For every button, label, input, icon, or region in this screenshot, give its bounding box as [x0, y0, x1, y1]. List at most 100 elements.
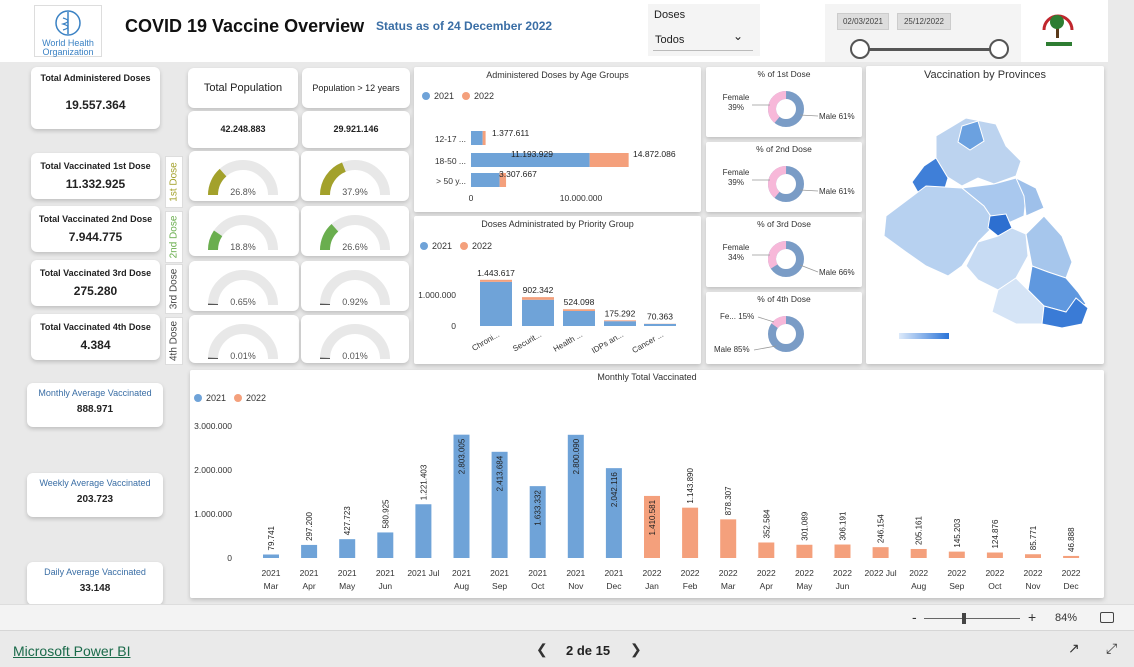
monthly-total-chart[interactable]: Monthly Total Vaccinated 2021 2022 3.000… — [190, 370, 1104, 598]
monthly-bar[interactable] — [872, 547, 889, 558]
priority-bar-2022[interactable] — [604, 320, 636, 322]
doses-dropdown[interactable]: Todos ⌄ — [653, 29, 753, 51]
monthly-bar[interactable] — [1063, 555, 1080, 558]
gender-donut-card[interactable]: % of 2nd Dose Female 39% Male 61% — [706, 142, 862, 212]
monthly-bar[interactable] — [415, 504, 432, 558]
gauge-card: 26.6% — [301, 206, 409, 256]
donut-female-label: Female — [723, 93, 750, 102]
monthly-bar[interactable] — [1025, 554, 1041, 558]
monthly-bar-data-label: 301.089 — [800, 511, 809, 540]
date-slicer[interactable]: 02/03/2021 25/12/2022 — [825, 4, 1021, 62]
zoom-slider[interactable] — [924, 618, 1020, 619]
age-bar-2021[interactable] — [471, 131, 483, 145]
priority-bar-2022[interactable] — [563, 309, 595, 311]
kpi-weekly-average: Weekly Average Vaccinated 203.723 — [27, 473, 163, 517]
monthly-x-label-top: 2021 — [376, 568, 395, 578]
gauge-value-label: 18.8% — [230, 242, 256, 252]
next-page-icon[interactable]: ❯ — [630, 641, 642, 658]
share-icon[interactable]: ↗ — [1068, 640, 1080, 657]
age-bar-data-label: 14.872.086 — [633, 149, 676, 159]
gender-donut-card[interactable]: % of 4th Dose Fe... 15% Male 85% — [706, 292, 862, 364]
tab-1st-dose[interactable]: 1st Dose — [165, 156, 183, 208]
kpi-population-12-label: Population > 12 years — [312, 83, 400, 93]
monthly-bar[interactable] — [720, 519, 737, 558]
date-start-box[interactable]: 02/03/2021 — [837, 13, 889, 30]
date-end-box[interactable]: 25/12/2022 — [897, 13, 951, 30]
monthly-x-label-top: 2021 — [566, 568, 585, 578]
donut-leader-line — [799, 114, 819, 117]
kpi-dose3-value: 275.280 — [73, 284, 118, 298]
zoom-in-button[interactable]: + — [1028, 609, 1036, 625]
priority-bar-2021[interactable] — [604, 321, 636, 326]
gauge-card: 0.01% — [189, 315, 299, 363]
priority-category-label: Chroni... — [470, 330, 501, 353]
monthly-bar[interactable] — [796, 544, 813, 558]
gauge-card: 37.9% — [301, 151, 409, 201]
kpi-dose1: Total Vaccinated 1st Dose 11.332.925 — [31, 153, 160, 199]
who-emblem-icon — [55, 10, 81, 36]
monthly-bar[interactable] — [986, 552, 1003, 558]
kpi-monthly-average: Monthly Average Vaccinated 888.971 — [27, 383, 163, 427]
monthly-bar[interactable] — [834, 544, 851, 558]
monthly-y-tick: 1.000.000 — [194, 509, 232, 519]
monthly-bar-data-label: 1.143.890 — [686, 468, 695, 504]
monthly-x-label-top: 2021 — [452, 568, 471, 578]
zoom-out-button[interactable]: - — [912, 609, 917, 625]
date-slider-start-handle[interactable] — [850, 39, 870, 59]
monthly-bar-data-label: 1.410.581 — [648, 499, 657, 535]
kpi-monthly-average-value: 888.971 — [76, 404, 114, 415]
doses-dropdown-value: Todos — [655, 34, 685, 46]
doses-slicer[interactable]: Doses Todos ⌄ — [648, 4, 760, 56]
age-bar-2022[interactable] — [482, 131, 486, 145]
priority-bar-2021[interactable] — [563, 310, 595, 326]
monthly-bar[interactable] — [377, 532, 394, 558]
donut-male-label: Male 85% — [714, 345, 750, 354]
kpi-population-12-value-card: 29.921.146 — [302, 111, 410, 148]
tab-3rd-dose[interactable]: 3rd Dose — [165, 264, 183, 314]
priority-bar-2022[interactable] — [522, 297, 554, 300]
gender-donut-svg: % of 3rd Dose Female34% Male 66% — [723, 219, 855, 277]
age-bar-2021[interactable] — [471, 173, 500, 187]
previous-page-icon[interactable]: ❮ — [536, 641, 548, 658]
tab-4th-dose[interactable]: 4th Dose — [165, 317, 183, 365]
fit-to-page-icon[interactable] — [1100, 612, 1114, 623]
ministry-emblem-icon — [1042, 14, 1074, 46]
kpi-dose3: Total Vaccinated 3rd Dose 275.280 — [31, 260, 160, 306]
age-group-chart[interactable]: Administered Doses by Age Groups 2021 20… — [414, 67, 701, 212]
monthly-bar[interactable] — [301, 544, 318, 558]
zoom-slider-thumb[interactable] — [962, 613, 966, 624]
monthly-bar[interactable] — [948, 551, 965, 558]
kpi-population-12: Population > 12 years — [302, 68, 410, 108]
monthly-bar[interactable] — [263, 554, 279, 558]
powerbi-link[interactable]: Microsoft Power BI — [13, 643, 130, 659]
gauge-svg: 26.8% — [208, 160, 278, 197]
donut-female-label: Female — [723, 168, 750, 177]
monthly-x-label-bottom: Mar — [264, 581, 279, 591]
priority-bar-2021[interactable] — [644, 323, 676, 326]
gender-donut-card[interactable]: % of 1st Dose Female 39% Male 61% — [706, 67, 862, 137]
monthly-x-label-bottom: Oct — [531, 581, 545, 591]
gauge-card: 0.92% — [301, 261, 409, 311]
gender-donut-card[interactable]: % of 3rd Dose Female 34% Male 66% — [706, 217, 862, 287]
monthly-bar[interactable] — [910, 548, 927, 558]
fullscreen-icon[interactable]: ⤢ — [1106, 640, 1117, 657]
priority-group-chart[interactable]: Doses Administrated by Priority Group 20… — [414, 216, 701, 364]
kpi-dose2-label: Total Vaccinated 2nd Dose — [38, 214, 153, 224]
monthly-x-label-bottom: Sep — [949, 581, 964, 591]
priority-bar-2021[interactable] — [480, 281, 512, 326]
tab-2nd-dose[interactable]: 2nd Dose — [165, 211, 183, 263]
monthly-bar-data-label: 205.161 — [915, 516, 924, 545]
date-slider-end-handle[interactable] — [989, 39, 1009, 59]
donut-leader-line — [753, 345, 777, 351]
iraq-provinces-map[interactable] — [866, 66, 1104, 364]
monthly-bar[interactable] — [758, 542, 775, 558]
monthly-bar[interactable] — [339, 539, 356, 558]
priority-bar-2022[interactable] — [480, 279, 512, 282]
donut-male-label: Male 66% — [819, 268, 855, 277]
age-bar-2022[interactable] — [589, 153, 629, 167]
priority-bar-2021[interactable] — [522, 299, 554, 326]
monthly-x-label-top: 2022 — [719, 568, 738, 578]
provinces-map[interactable]: Vaccination by Provinces — [866, 66, 1104, 364]
tab-1st-dose-label: 1st Dose — [168, 162, 180, 202]
monthly-bar[interactable] — [682, 507, 699, 558]
